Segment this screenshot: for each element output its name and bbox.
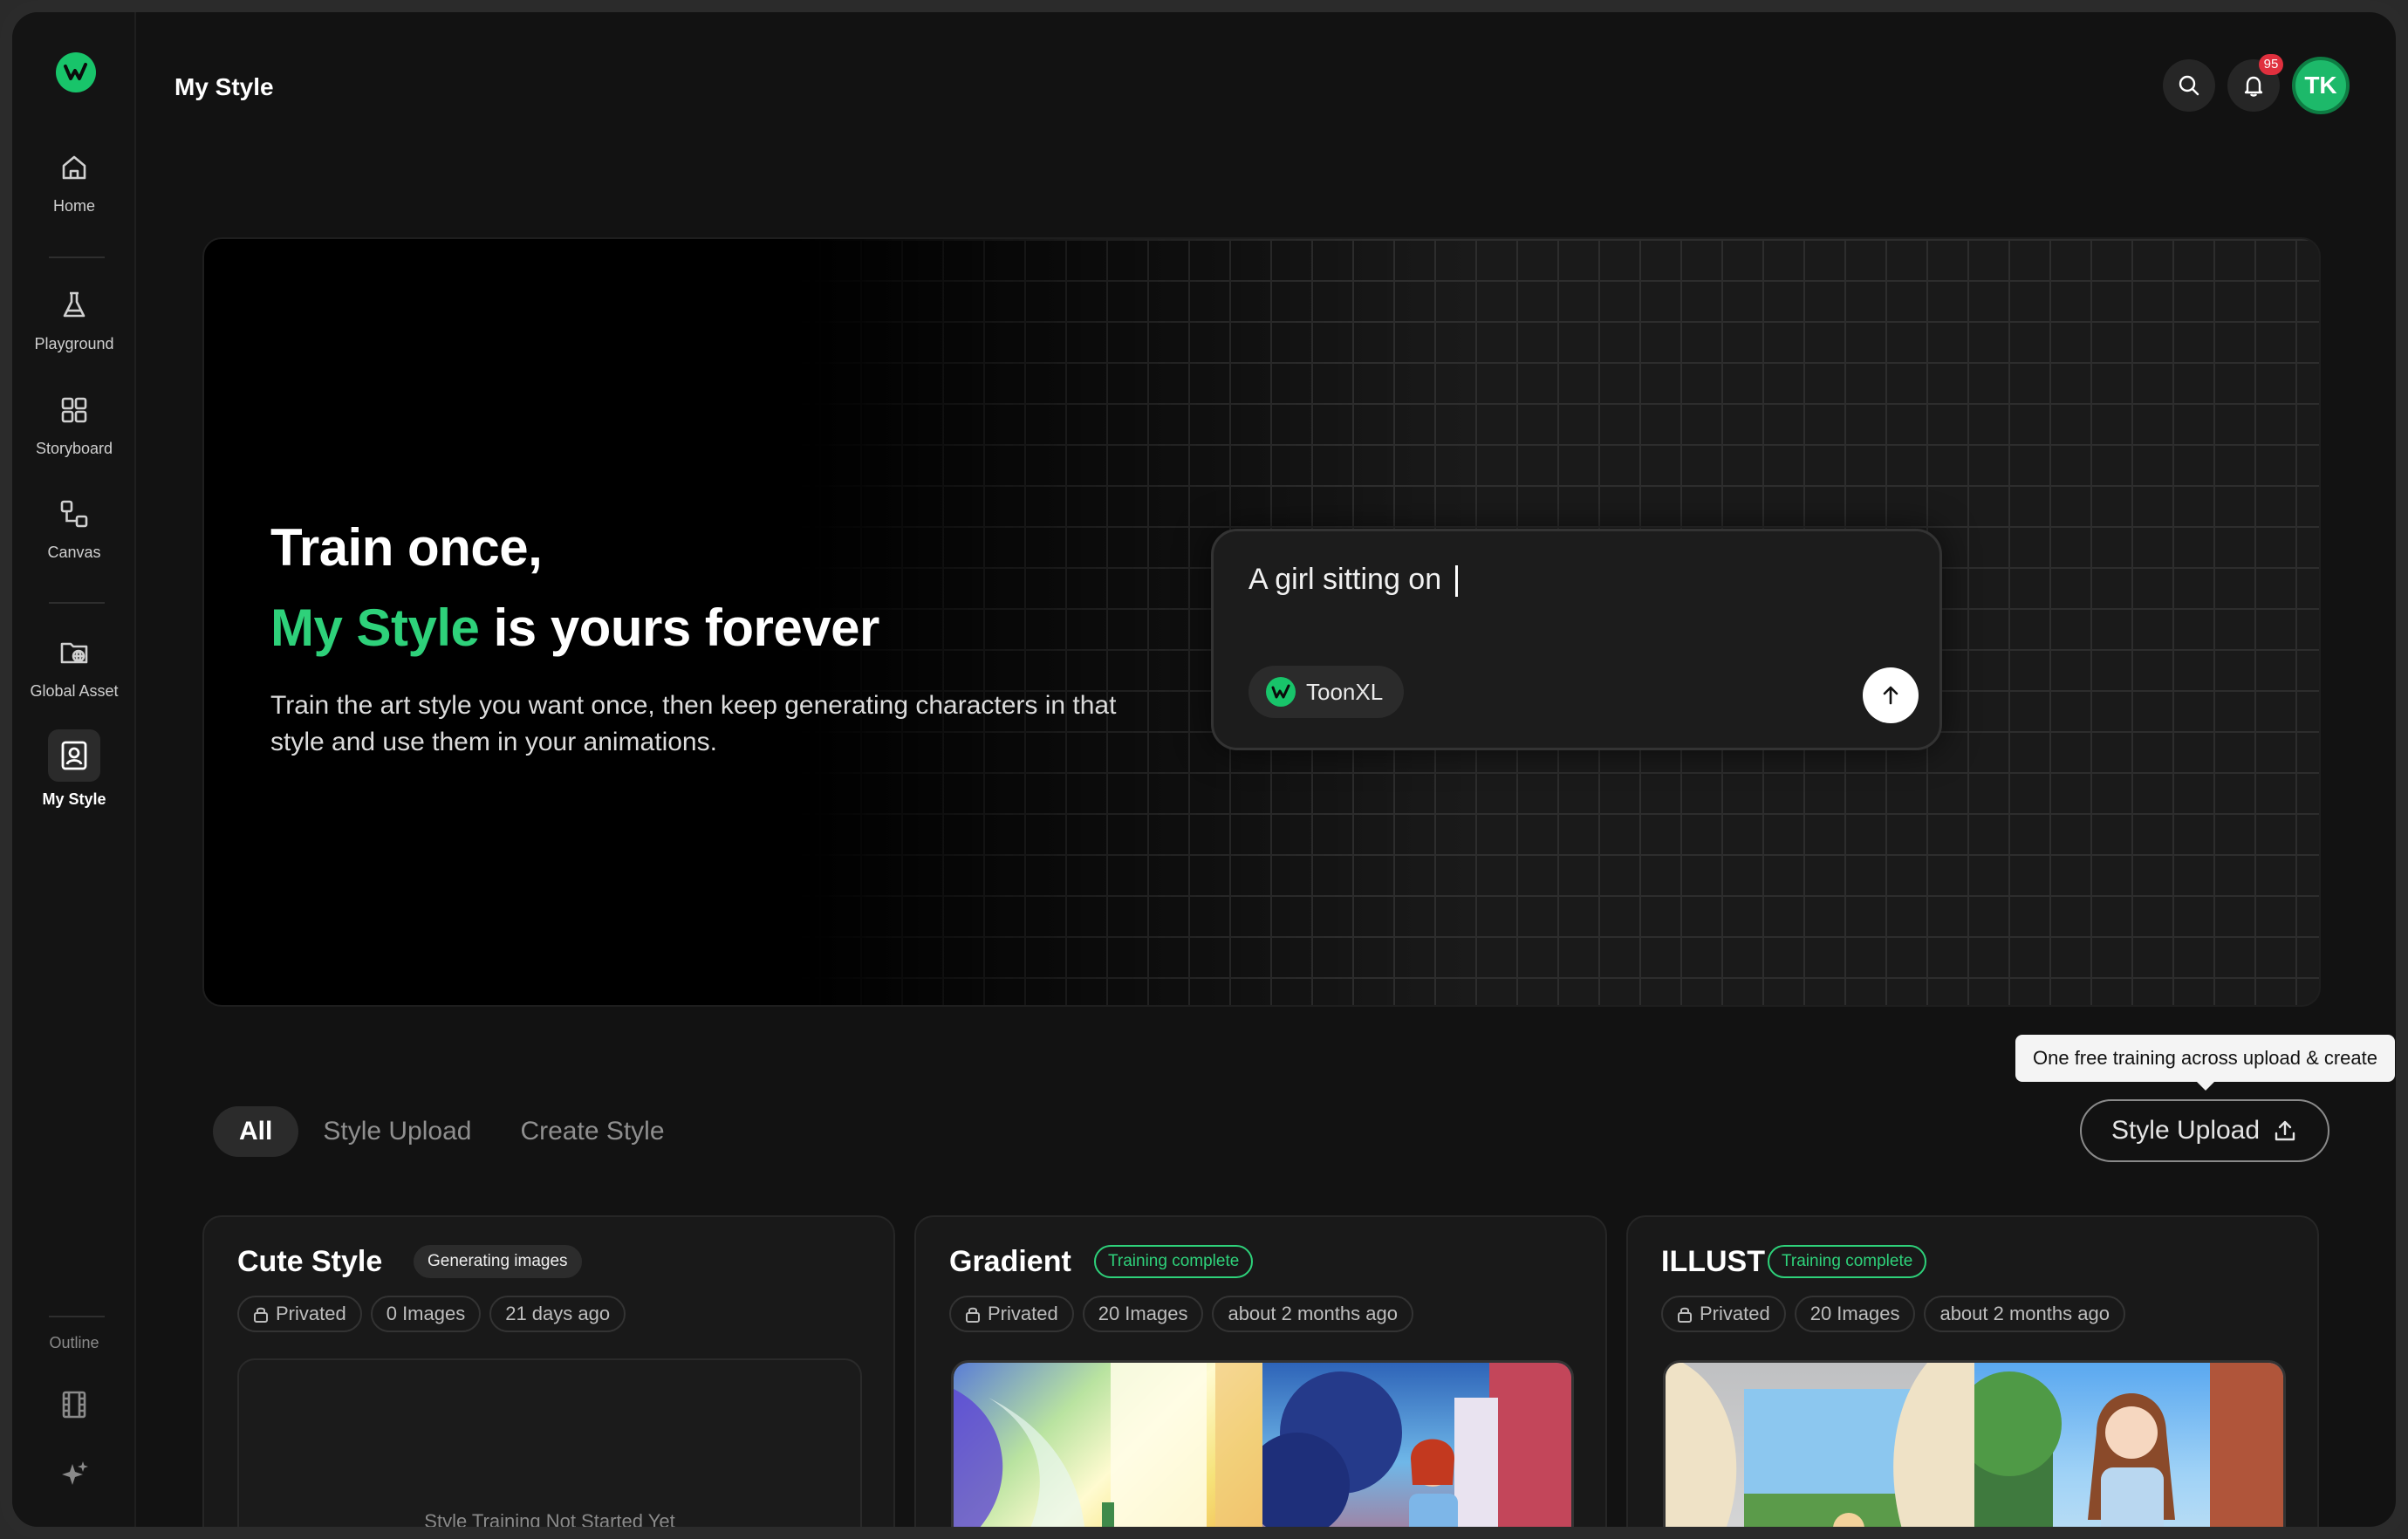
image-count-pill: 20 Images <box>1794 1296 1916 1332</box>
toonxl-logo-icon <box>1266 677 1296 707</box>
hero-description: Train the art style you want once, then … <box>270 691 1117 756</box>
status-badge: Generating images <box>414 1245 582 1278</box>
sidebar-divider <box>49 256 105 258</box>
date-pill: 21 days ago <box>489 1296 626 1332</box>
tab-style-upload[interactable]: Style Upload <box>298 1106 496 1157</box>
preview-image <box>1262 1363 1571 1527</box>
style-card-title: ILLUST <box>1661 1245 1765 1278</box>
preview-image <box>1666 1363 1974 1527</box>
outline-label: Outline <box>49 1334 99 1351</box>
image-count-pill: 20 Images <box>1082 1296 1204 1332</box>
image-count-pill: 0 Images <box>370 1296 482 1332</box>
sidebar-item-playground[interactable]: Playground <box>12 288 136 353</box>
notifications-button[interactable]: 95 <box>2227 54 2283 112</box>
sidebar-item-label: Canvas <box>47 544 101 561</box>
preview-illustration <box>1974 1363 2283 1527</box>
prompt-text: A girl sitting on <box>1248 563 1450 596</box>
sidebar-item-label: Home <box>52 197 95 215</box>
empty-preview: Style Training Not Started Yet <box>237 1358 862 1532</box>
notification-badge: 95 <box>2259 54 2283 75</box>
lock-icon <box>254 1307 268 1323</box>
globe-folder-icon <box>57 635 92 670</box>
preview-illustration <box>954 1363 1262 1527</box>
sidebar-item-label: Playground <box>34 335 114 352</box>
bell-icon <box>2244 76 2263 97</box>
upload-icon <box>2275 1120 2295 1141</box>
privacy-pill: Privated <box>949 1296 1074 1332</box>
sidebar-item-label: Global Asset <box>30 682 119 700</box>
grid-icon <box>57 393 92 428</box>
model-selector[interactable]: ToonXL <box>1248 666 1405 718</box>
empty-preview-text: Style Training Not Started Yet <box>424 1510 675 1532</box>
nodes-icon <box>57 496 92 531</box>
style-card-meta: Privated 20 Images about 2 months ago <box>949 1296 1413 1332</box>
sidebar-item-global-asset[interactable]: Global Asset <box>12 635 136 701</box>
sidebar-item-label: My Style <box>42 790 106 808</box>
hero-heading-rest: is yours forever <box>479 598 880 657</box>
privacy-label: Privated <box>988 1303 1058 1324</box>
prompt-input[interactable]: A girl sitting on <box>1248 563 1458 598</box>
style-preview-images <box>951 1360 1574 1527</box>
hero-heading-line1: Train once, <box>270 518 543 577</box>
send-button[interactable] <box>1863 667 1919 723</box>
app-window: Home Playground Storyboard Canvas Global… <box>0 0 2408 1539</box>
sidebar-divider <box>49 602 105 604</box>
privacy-pill: Privated <box>237 1296 362 1332</box>
sidebar-item-home[interactable]: Home <box>12 150 136 215</box>
sidebar-item-storyboard[interactable]: Storyboard <box>12 393 136 458</box>
sidebar-item-label: Storyboard <box>35 440 113 457</box>
lock-icon <box>1678 1307 1692 1323</box>
sparkles-icon[interactable] <box>57 1457 92 1492</box>
upload-tooltip: One free training across upload & create <box>2015 1035 2396 1091</box>
page-title: My Style <box>174 73 274 100</box>
sidebar-divider <box>49 1316 105 1317</box>
film-icon[interactable] <box>57 1387 92 1422</box>
preview-illustration <box>1666 1363 1974 1527</box>
style-card[interactable]: Gradient Training complete Privated 20 I… <box>914 1215 1607 1527</box>
style-upload-label: Style Upload <box>2110 1116 2261 1145</box>
flask-icon <box>57 288 92 323</box>
search-icon <box>2179 75 2199 96</box>
style-card[interactable]: Cute Style Generating images Privated 0 … <box>202 1215 895 1532</box>
app-logo-icon[interactable] <box>56 52 96 92</box>
style-upload-button[interactable]: Style Upload <box>2080 1099 2329 1162</box>
avatar[interactable]: TK <box>2292 57 2350 114</box>
portrait-icon <box>48 729 100 782</box>
style-card-meta: Privated 20 Images about 2 months ago <box>1661 1296 2125 1332</box>
style-card-meta: Privated 0 Images 21 days ago <box>237 1296 626 1332</box>
status-badge: Training complete <box>1768 1245 1927 1278</box>
style-card-title: Cute Style <box>237 1245 383 1278</box>
privacy-label: Privated <box>1700 1303 1770 1324</box>
sidebar-item-canvas[interactable]: Canvas <box>12 496 136 562</box>
date-pill: about 2 months ago <box>1212 1296 1413 1332</box>
hero-banner: Train once, My Style is yours forever Tr… <box>202 237 2321 1007</box>
style-card[interactable]: ILLUST Training complete Privated 20 Ima… <box>1626 1215 2319 1527</box>
preview-image <box>1974 1363 2283 1527</box>
text-caret <box>1454 565 1458 598</box>
date-pill: about 2 months ago <box>1924 1296 2125 1332</box>
hero-accent-text: My Style <box>270 598 480 657</box>
model-name: ToonXL <box>1306 678 1384 705</box>
arrow-up-icon <box>1883 686 1898 705</box>
home-icon <box>57 150 92 185</box>
hero-heading: Train once, My Style is yours forever <box>270 508 879 668</box>
style-preview-images <box>1663 1360 2286 1527</box>
tab-create-style[interactable]: Create Style <box>496 1106 688 1157</box>
tab-all[interactable]: All <box>213 1106 299 1157</box>
prompt-demo-card[interactable]: A girl sitting on ToonXL <box>1211 529 1942 750</box>
hero-heading-line2: My Style is yours forever <box>270 588 879 668</box>
preview-illustration <box>1262 1363 1571 1527</box>
lock-icon <box>966 1307 980 1323</box>
privacy-pill: Privated <box>1661 1296 1786 1332</box>
privacy-label: Privated <box>276 1303 346 1324</box>
filter-tabs: All Style Upload Create Style <box>213 1106 689 1157</box>
status-badge: Training complete <box>1094 1245 1254 1278</box>
search-button[interactable] <box>2163 59 2215 112</box>
sidebar: Home Playground Storyboard Canvas Global… <box>12 12 136 1527</box>
preview-image <box>954 1363 1262 1527</box>
style-card-title: Gradient <box>949 1245 1071 1278</box>
sidebar-item-my-style[interactable]: My Style <box>12 729 136 809</box>
